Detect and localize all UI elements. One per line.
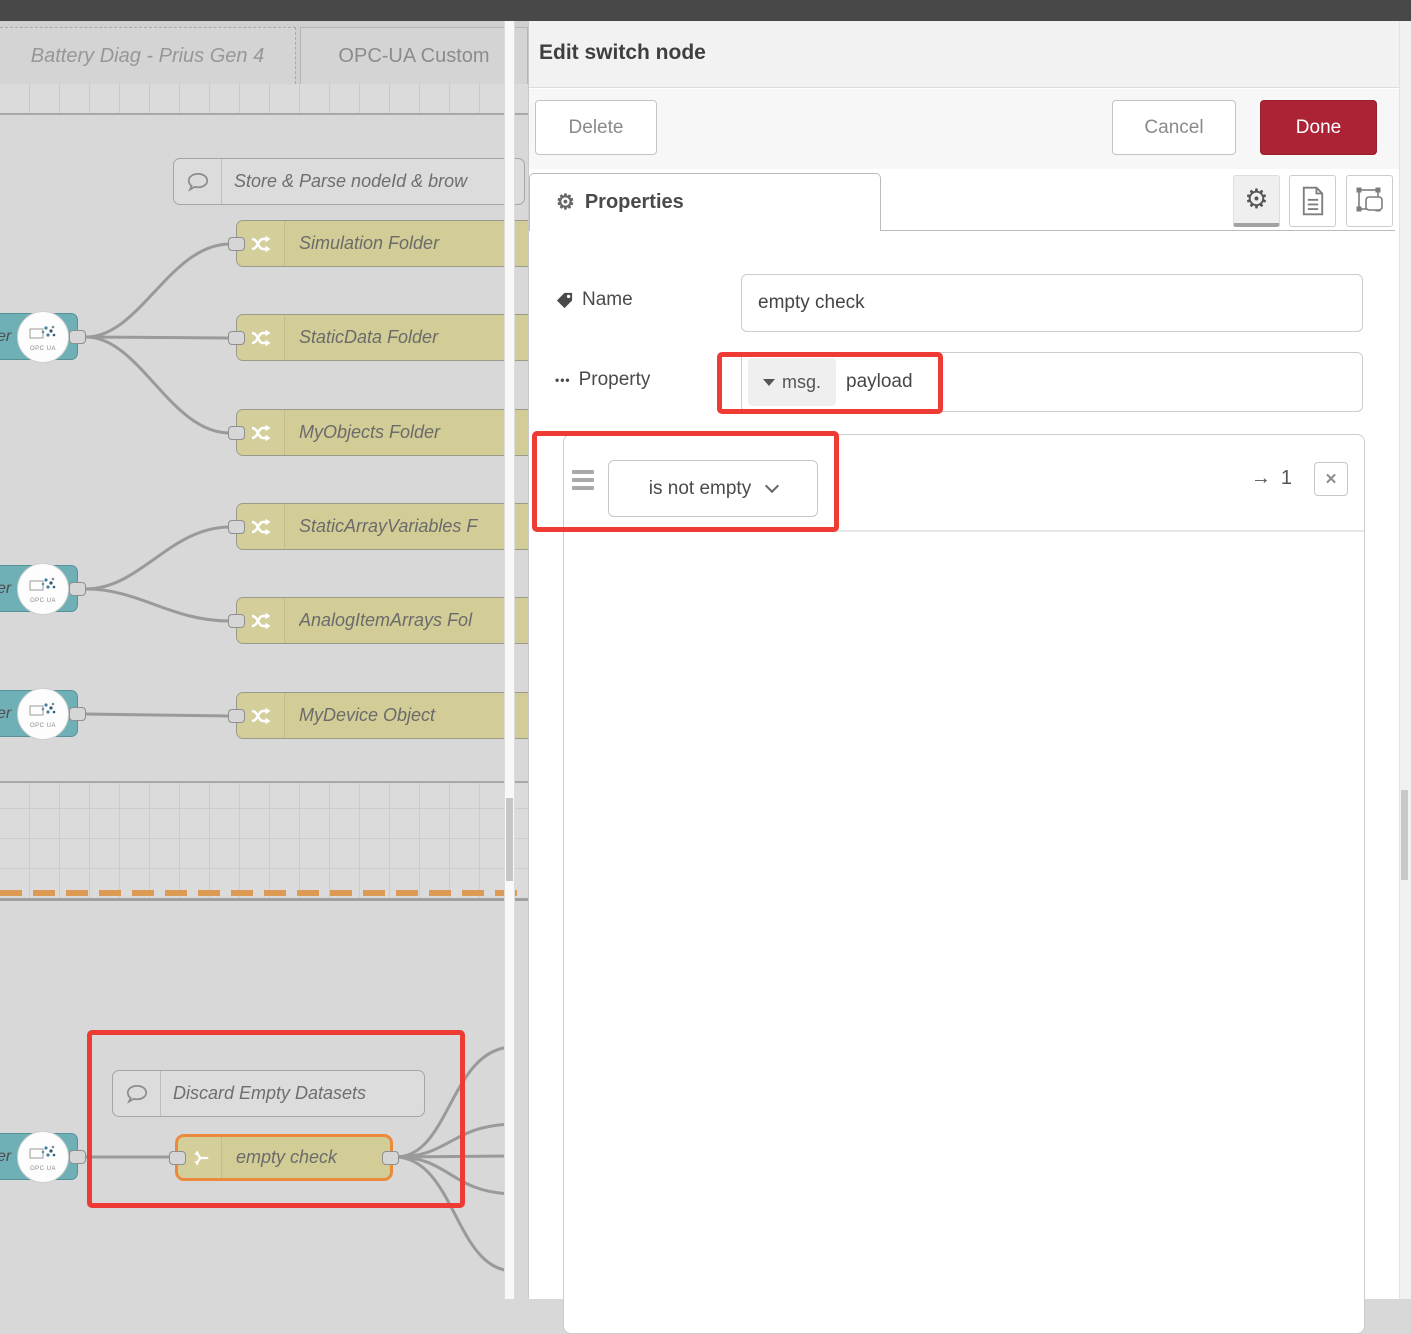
close-icon: ✕: [1325, 470, 1338, 488]
comment-label: Store & Parse nodeId & brow: [234, 159, 518, 204]
canvas-scrollbar-thumb[interactable]: [506, 798, 513, 881]
opcua-badge: OPC UA: [30, 723, 56, 729]
rule-output-indicator: → 1: [1251, 467, 1292, 490]
output-port[interactable]: [69, 1150, 86, 1164]
name-label: Name: [582, 289, 633, 311]
rule-row[interactable]: is not empty → 1 ✕: [564, 435, 1364, 532]
switch-node-mydevice-object[interactable]: MyDevice Object: [236, 692, 528, 739]
input-port[interactable]: [228, 520, 245, 534]
switch-node-myobjects-folder[interactable]: MyObjects Folder: [236, 409, 528, 456]
node-label: StaticArrayVariables F: [299, 504, 528, 549]
flow-tab-battery-diag[interactable]: Battery Diag - Prius Gen 4: [0, 27, 296, 84]
node-label: er: [0, 580, 11, 598]
dialog-header: Edit switch node: [529, 21, 1411, 88]
properties-view-button[interactable]: ⚙: [1233, 175, 1280, 227]
switch-node-staticarrayvariables[interactable]: StaticArrayVariables F: [236, 503, 528, 550]
appearance-view-button[interactable]: [1346, 175, 1393, 227]
flow-canvas[interactable]: Store & Parse nodeId & brow Simulation F…: [0, 84, 528, 1299]
opcua-badge: OPC UA: [30, 346, 56, 352]
input-port[interactable]: [228, 709, 245, 723]
canvas-vertical-scrollbar[interactable]: [504, 21, 515, 1299]
switch-node-empty-check-selected[interactable]: empty check: [175, 1134, 393, 1181]
node-label: MyDevice Object: [299, 693, 527, 738]
node-label: er: [0, 1148, 11, 1166]
name-label-row: Name: [555, 289, 633, 311]
node-label: MyObjects Folder: [299, 410, 527, 455]
edit-switch-node-dialog: Edit switch node Delete Cancel Done ⚙ Pr…: [528, 21, 1411, 1299]
opcua-server-node[interactable]: er OPC UA: [0, 1133, 78, 1180]
dialog-button-bar: Delete Cancel Done: [529, 89, 1411, 169]
switch-node-analogitemarrays[interactable]: AnalogItemArrays Fol: [236, 597, 528, 644]
opcua-server-node[interactable]: er OPC UA: [0, 313, 78, 360]
cancel-button[interactable]: Cancel: [1112, 100, 1236, 155]
appearance-icon: [1355, 186, 1385, 216]
node-label: er: [0, 328, 11, 346]
input-port[interactable]: [228, 614, 245, 628]
done-button[interactable]: Done: [1260, 100, 1377, 155]
document-icon: [1300, 186, 1326, 216]
output-port[interactable]: [69, 330, 86, 344]
tag-icon: [555, 291, 574, 310]
output-port[interactable]: [69, 707, 86, 721]
gear-icon: ⚙: [1244, 186, 1268, 213]
ellipsis-icon: •••: [555, 373, 571, 387]
dropdown-caret-icon: [763, 379, 775, 386]
description-view-button[interactable]: [1289, 175, 1336, 227]
delete-button[interactable]: Delete: [535, 100, 657, 155]
rule-operator-select[interactable]: is not empty: [608, 460, 818, 517]
comment-node-store-parse[interactable]: Store & Parse nodeId & brow: [173, 158, 525, 205]
flow-tab-opcua-custom[interactable]: OPC-UA Custom: [300, 27, 528, 84]
opcua-node-icon: OPC UA: [17, 311, 69, 363]
dialog-scrollbar-thumb[interactable]: [1401, 790, 1408, 880]
input-port[interactable]: [228, 237, 245, 251]
rules-list-container: is not empty → 1 ✕: [563, 434, 1365, 1334]
arrow-right-icon: →: [1251, 467, 1271, 490]
property-input-value: payload: [846, 371, 913, 393]
chevron-down-icon: [765, 479, 779, 493]
dialog-title: Edit switch node: [539, 41, 706, 65]
opcua-node-icon: OPC UA: [17, 1131, 69, 1183]
opcua-server-node[interactable]: er OPC UA: [0, 565, 78, 612]
node-label: StaticData Folder: [299, 315, 527, 360]
flow-tab-bar: Battery Diag - Prius Gen 4 OPC-UA Custom: [0, 21, 528, 84]
property-label-row: ••• Property: [555, 369, 650, 391]
rule-remove-button[interactable]: ✕: [1314, 462, 1348, 496]
property-input[interactable]: msg. payload: [741, 352, 1363, 412]
dialog-vertical-scrollbar[interactable]: [1399, 21, 1411, 1299]
opcua-badge: OPC UA: [30, 598, 56, 604]
node-label: empty check: [236, 1137, 382, 1178]
rule-output-number: 1: [1281, 467, 1292, 490]
app-header-bar: [0, 0, 1411, 21]
rule-operator-value: is not empty: [649, 478, 751, 500]
comment-node-discard-empty[interactable]: Discard Empty Datasets: [112, 1070, 425, 1117]
opcua-server-node[interactable]: er OPC UA: [0, 690, 78, 737]
input-port[interactable]: [228, 426, 245, 440]
name-input-value: empty check: [758, 292, 865, 314]
gear-icon: ⚙: [556, 192, 575, 213]
property-type-dropdown[interactable]: msg.: [748, 358, 836, 406]
node-label: er: [0, 705, 11, 723]
drag-handle-icon[interactable]: [572, 470, 594, 494]
property-label: Property: [579, 369, 651, 391]
tab-properties-label: Properties: [585, 191, 684, 214]
opcua-node-icon: OPC UA: [17, 563, 69, 615]
comment-label: Discard Empty Datasets: [173, 1071, 418, 1116]
opcua-node-icon: OPC UA: [17, 688, 69, 740]
dialog-tab-row: ⚙ Properties ⚙: [529, 169, 1395, 231]
tab-properties[interactable]: ⚙ Properties: [529, 173, 881, 231]
output-port[interactable]: [382, 1151, 399, 1165]
node-label: AnalogItemArrays Fol: [299, 598, 528, 643]
comment-bubble-icon: [174, 159, 222, 204]
property-prefix: msg.: [782, 372, 821, 393]
input-port[interactable]: [228, 331, 245, 345]
switch-node-simulation-folder[interactable]: Simulation Folder: [236, 220, 528, 267]
switch-node-staticdata-folder[interactable]: StaticData Folder: [236, 314, 528, 361]
node-label: Simulation Folder: [299, 221, 527, 266]
comment-bubble-icon: [113, 1071, 161, 1116]
input-port[interactable]: [169, 1151, 186, 1165]
name-input[interactable]: empty check: [741, 274, 1363, 332]
opcua-badge: OPC UA: [30, 1166, 56, 1172]
output-port[interactable]: [69, 582, 86, 596]
